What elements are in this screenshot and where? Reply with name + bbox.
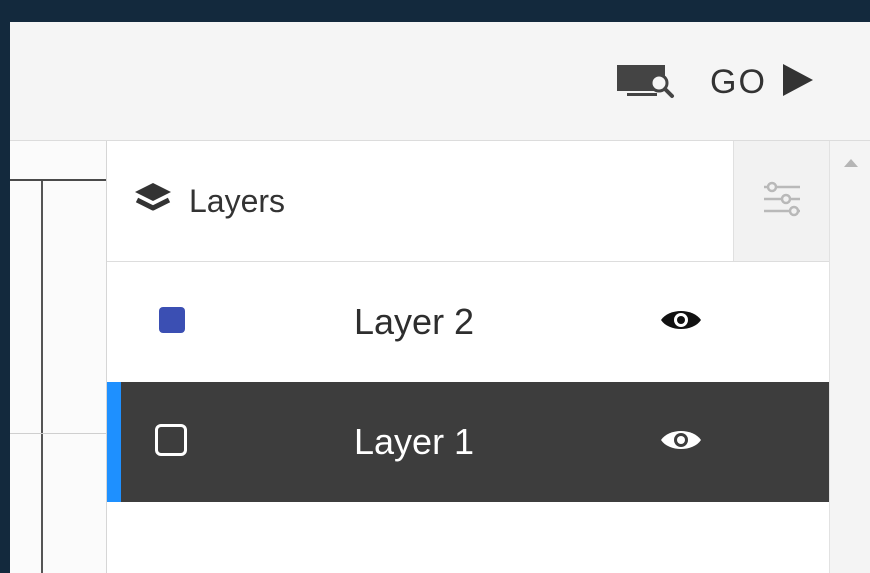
preview-button[interactable] [613,62,677,102]
layers-panel-header: Layers [107,141,830,262]
canvas-area[interactable] [10,141,107,573]
layer-color-swatch[interactable] [155,424,187,456]
layer-color-swatch[interactable] [159,307,185,333]
layers-panel-title: Layers [133,179,285,223]
visibility-toggle[interactable] [657,424,705,460]
eye-icon [659,426,703,459]
layer-row-layer-1[interactable]: Layer 1 [107,382,829,502]
eye-icon [659,306,703,339]
go-button[interactable]: GO [710,60,815,104]
grid-line [10,433,106,434]
app-frame-top [0,0,870,22]
app-frame-left [0,0,10,573]
selection-indicator [107,382,121,502]
guide-line [41,181,43,573]
layers-settings-button[interactable] [733,141,830,261]
top-toolbar: GO [10,22,870,141]
screen-search-icon [615,61,675,104]
layer-row-layer-2[interactable]: Layer 2 [107,262,829,382]
scroll-up-arrow-icon[interactable] [844,159,858,167]
visibility-toggle[interactable] [657,304,705,340]
panel-scrollbar[interactable] [829,141,870,573]
play-icon [781,62,815,103]
editor-window: GO Layers Layer 2 Layer 1 [10,22,870,573]
layer-name: Layer 2 [354,301,475,342]
layers-panel-title-text: Layers [189,182,286,219]
layer-name: Layer 1 [354,421,475,462]
go-label: GO [710,62,767,101]
ruler-line [10,179,106,181]
layers-icon [133,181,173,222]
sliders-icon [760,179,804,224]
layers-panel: Layers Layer 2 Layer 1 [107,141,830,573]
